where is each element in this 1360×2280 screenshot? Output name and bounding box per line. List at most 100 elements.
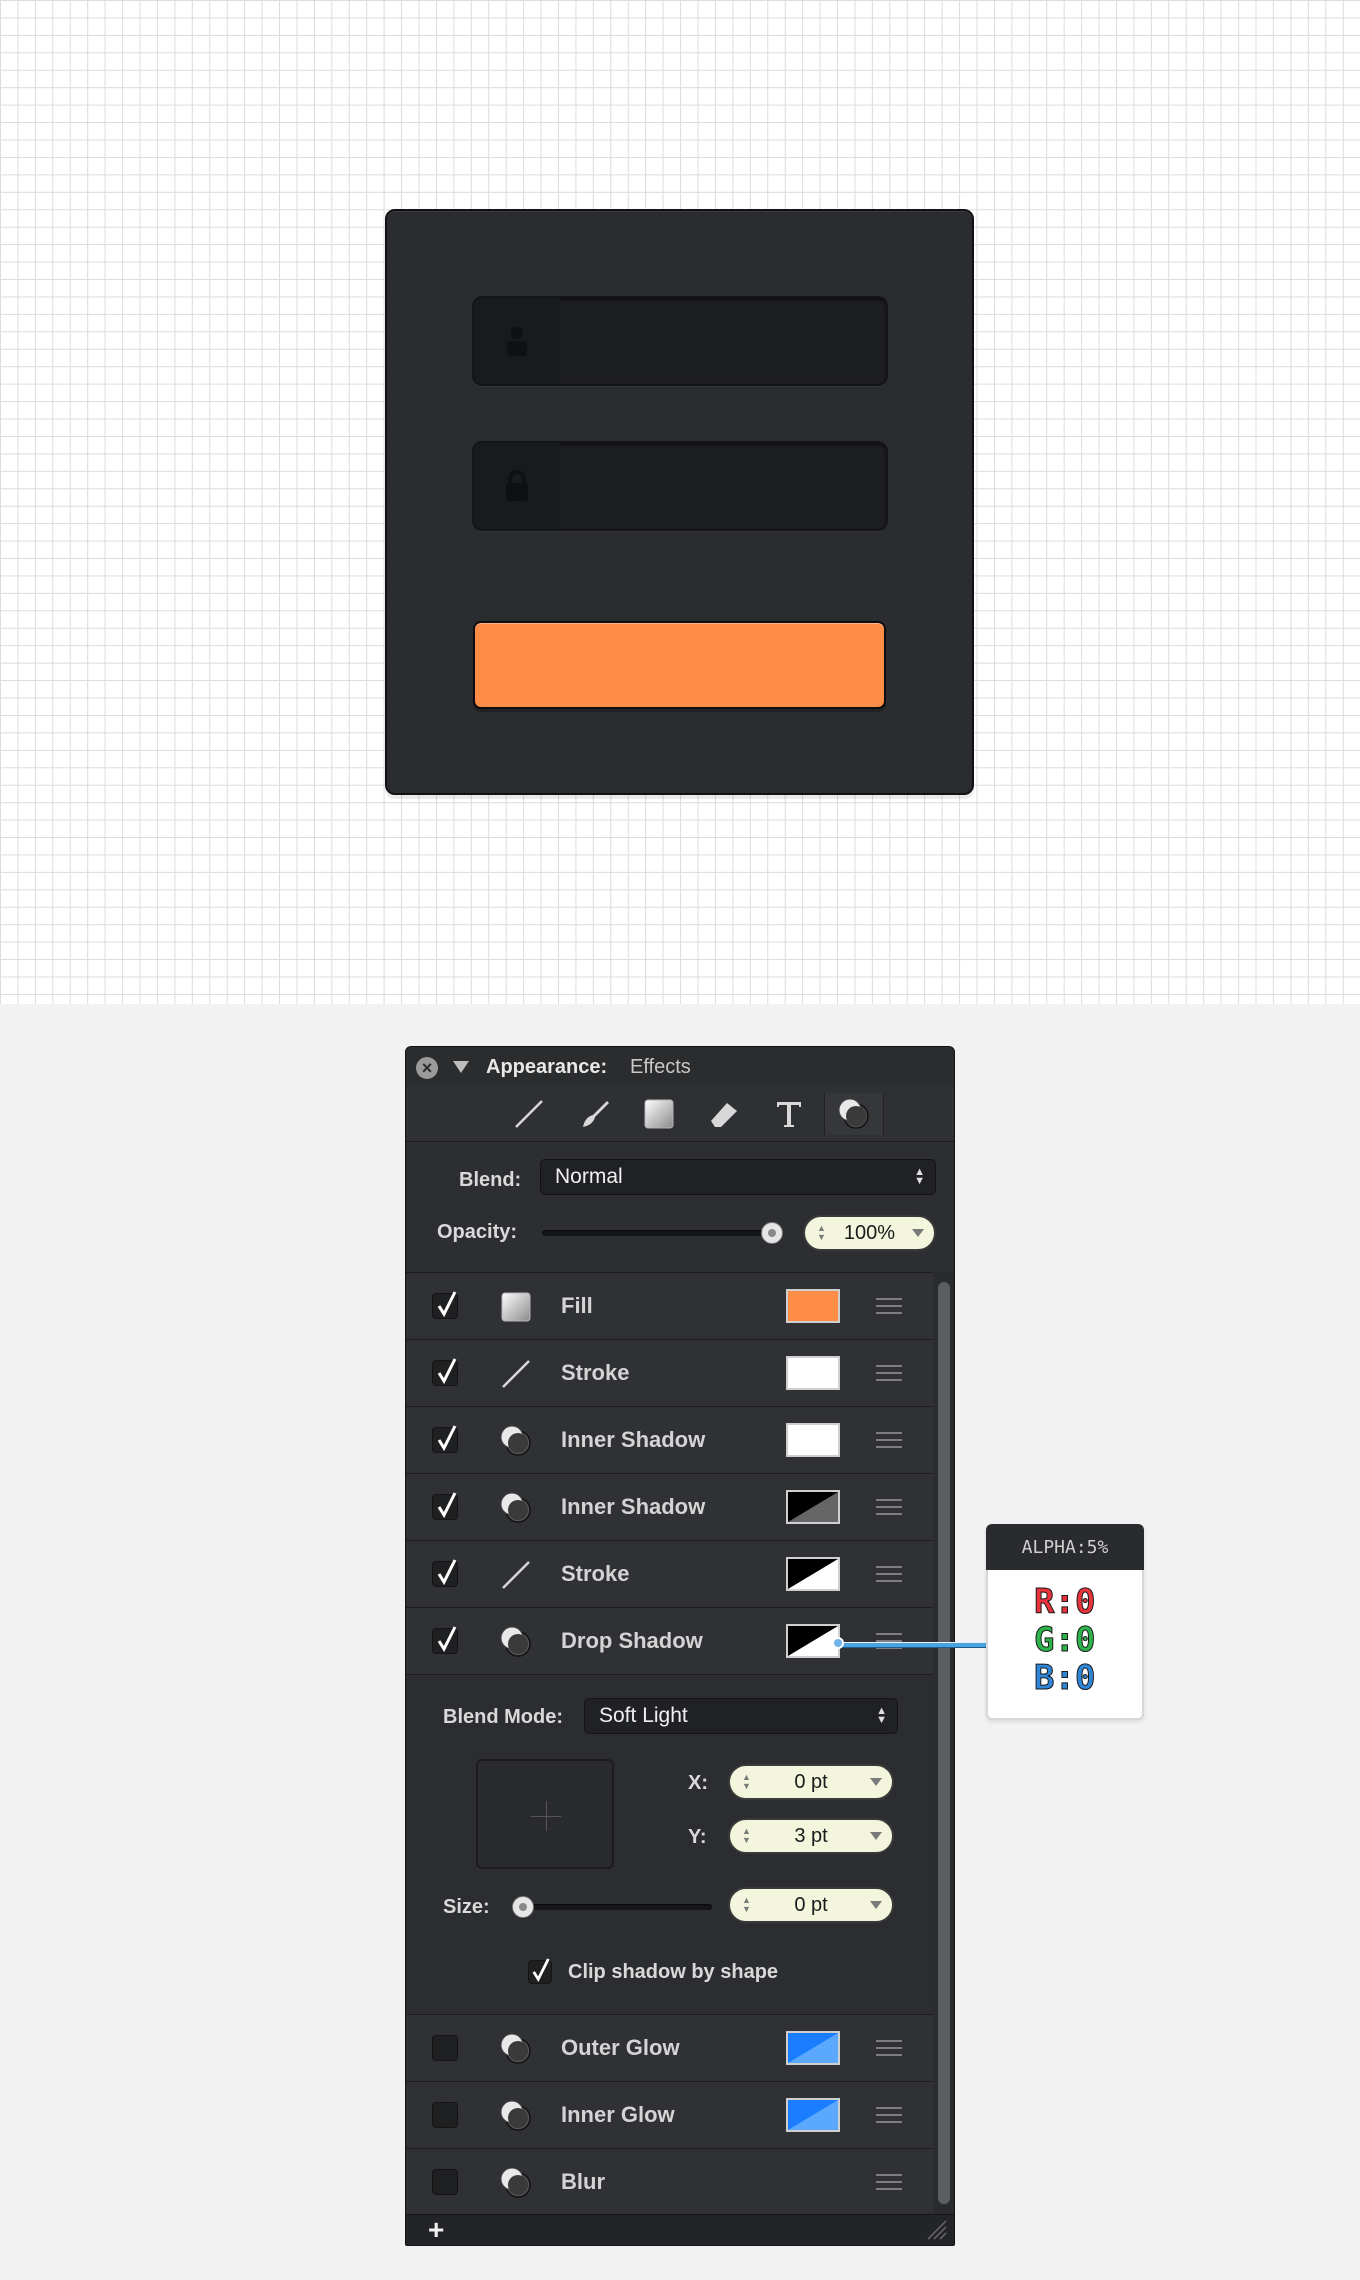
tool-text[interactable] — [760, 1093, 818, 1135]
color-swatch[interactable] — [786, 1356, 840, 1390]
y-value: 3 pt — [794, 1824, 828, 1847]
x-stepper[interactable]: ▲ ▼ 0 pt — [728, 1764, 894, 1800]
y-label: Y: — [688, 1826, 707, 1848]
drag-handle-icon[interactable] — [876, 1499, 902, 1520]
drop-shadow-settings: Blend Mode: Soft Light ▲ ▼ X: ▲ ▼ 0 pt Y: … — [406, 1675, 933, 2015]
color-swatch[interactable] — [786, 1423, 840, 1457]
drag-handle-icon[interactable] — [876, 1365, 902, 1386]
username-field[interactable] — [472, 296, 888, 386]
opacity-stepper[interactable]: ▲ ▼ 100% — [803, 1215, 936, 1251]
tool-eraser[interactable] — [695, 1093, 753, 1135]
drag-handle-icon[interactable] — [876, 1432, 902, 1453]
shadow-icon — [500, 1626, 531, 1657]
scrollbar-thumb[interactable] — [938, 1282, 950, 2204]
effect-checkbox[interactable] — [432, 1559, 458, 1587]
effect-checkbox[interactable] — [432, 2035, 458, 2061]
tool-effects[interactable] — [824, 1093, 884, 1135]
dropdown-arrow-icon[interactable] — [870, 1832, 882, 1840]
login-card[interactable] — [385, 209, 974, 795]
checkmark-icon — [437, 1492, 457, 1519]
effect-row-blur[interactable]: Blur — [406, 2149, 933, 2216]
effect-name: Inner Shadow — [561, 1427, 706, 1452]
effect-row-inner-shadow-1[interactable]: Inner Shadow — [406, 1407, 933, 1474]
dropdown-arrow-icon[interactable] — [870, 1901, 882, 1909]
user-icon — [507, 327, 527, 356]
tool-stroke[interactable] — [500, 1093, 558, 1135]
color-swatch[interactable] — [786, 1557, 840, 1591]
y-stepper[interactable]: ▲ ▼ 3 pt — [728, 1818, 894, 1854]
effects-scrollbar[interactable] — [934, 1272, 954, 2217]
opacity-slider[interactable] — [542, 1230, 776, 1236]
color-swatch[interactable] — [786, 1289, 840, 1323]
size-value: 0 pt — [794, 1893, 828, 1916]
alpha-label: ALPHA:5% — [986, 1524, 1144, 1570]
password-field[interactable] — [472, 441, 888, 531]
effect-row-stroke[interactable]: Stroke — [406, 1340, 933, 1407]
collapse-triangle-icon[interactable] — [453, 1061, 469, 1073]
effect-row-inner-glow[interactable]: Inner Glow — [406, 2082, 933, 2149]
close-icon[interactable]: × — [416, 1057, 438, 1079]
effects-list: Fill Stroke Inner Shadow Inner Shadow St… — [406, 1272, 933, 2218]
drag-handle-icon[interactable] — [876, 1566, 902, 1587]
effect-checkbox[interactable] — [432, 1492, 458, 1520]
effect-row-fill[interactable]: Fill — [406, 1273, 933, 1340]
size-stepper[interactable]: ▲ ▼ 0 pt — [728, 1887, 894, 1923]
effect-checkbox[interactable] — [432, 1358, 458, 1386]
drag-handle-icon[interactable] — [876, 2174, 902, 2195]
drag-handle-icon[interactable] — [876, 1298, 902, 1319]
effect-checkbox[interactable] — [432, 1626, 458, 1654]
x-value: 0 pt — [794, 1770, 828, 1793]
blue-value: B:0 — [1033, 1658, 1096, 1699]
checkmark-icon — [437, 1425, 457, 1452]
blend-select[interactable]: Normal ▲ ▼ — [540, 1159, 936, 1195]
dropdown-arrow-icon[interactable] — [870, 1778, 882, 1786]
tool-fill[interactable] — [630, 1093, 688, 1135]
size-slider[interactable] — [514, 1904, 712, 1910]
effect-row-inner-shadow-2[interactable]: Inner Shadow — [406, 1474, 933, 1541]
effect-row-stroke-2[interactable]: Stroke — [406, 1541, 933, 1608]
effect-row-outer-glow[interactable]: Outer Glow — [406, 2015, 933, 2082]
effect-name: Inner Shadow — [561, 1494, 706, 1519]
size-slider-knob[interactable] — [512, 1896, 534, 1918]
clip-shadow-checkbox[interactable] — [528, 1958, 552, 1984]
checkmark-icon — [532, 1958, 550, 1982]
green-value: G:0 — [1033, 1620, 1096, 1661]
effect-checkbox[interactable] — [432, 2102, 458, 2128]
color-swatch[interactable] — [786, 2031, 840, 2065]
checkmark-icon — [437, 1559, 457, 1586]
effect-checkbox[interactable] — [432, 1291, 458, 1319]
panel-footer: + — [406, 2214, 954, 2245]
swatch-blue-diagonal — [788, 2033, 838, 2063]
tool-brush[interactable] — [565, 1093, 623, 1135]
color-swatch[interactable] — [786, 1490, 840, 1524]
panel-subtitle: Effects — [630, 1056, 691, 1078]
add-effect-button[interactable]: + — [428, 2214, 444, 2245]
color-swatch[interactable] — [786, 2098, 840, 2132]
stroke-icon — [502, 1561, 530, 1589]
drag-handle-icon[interactable] — [876, 2107, 902, 2128]
blend-mode-value: Soft Light — [599, 1704, 688, 1727]
red-value: R:0 — [1033, 1582, 1096, 1623]
fill-tool-icon — [644, 1099, 674, 1129]
effect-checkbox[interactable] — [432, 2169, 458, 2195]
stepper-arrows-icon: ▲ ▼ — [742, 1826, 751, 1845]
color-callout: ALPHA:5% R:0 G:0 B:0 — [986, 1524, 1144, 1720]
shadow-offset-pad[interactable] — [476, 1759, 614, 1869]
opacity-value: 100% — [843, 1221, 896, 1244]
lock-icon — [506, 470, 528, 501]
blend-mode-select[interactable]: Soft Light ▲ ▼ — [584, 1698, 898, 1734]
swatch-blue-diagonal — [788, 2100, 838, 2130]
login-button[interactable] — [473, 621, 886, 709]
drag-handle-icon[interactable] — [876, 2040, 902, 2061]
panel-title: Appearance: — [486, 1056, 608, 1078]
effects-tool-icon — [838, 1098, 869, 1129]
opacity-slider-knob[interactable] — [761, 1222, 783, 1244]
dropdown-arrow-icon[interactable] — [912, 1229, 924, 1237]
eraser-icon — [711, 1103, 737, 1127]
clip-shadow-label: Clip shadow by shape — [568, 1961, 779, 1983]
effect-name: Blur — [561, 2169, 605, 2194]
resize-grip-icon[interactable] — [926, 2219, 948, 2241]
effect-checkbox[interactable] — [432, 1425, 458, 1453]
effect-name: Drop Shadow — [561, 1628, 703, 1653]
select-arrows-icon: ▲ ▼ — [914, 1166, 925, 1187]
